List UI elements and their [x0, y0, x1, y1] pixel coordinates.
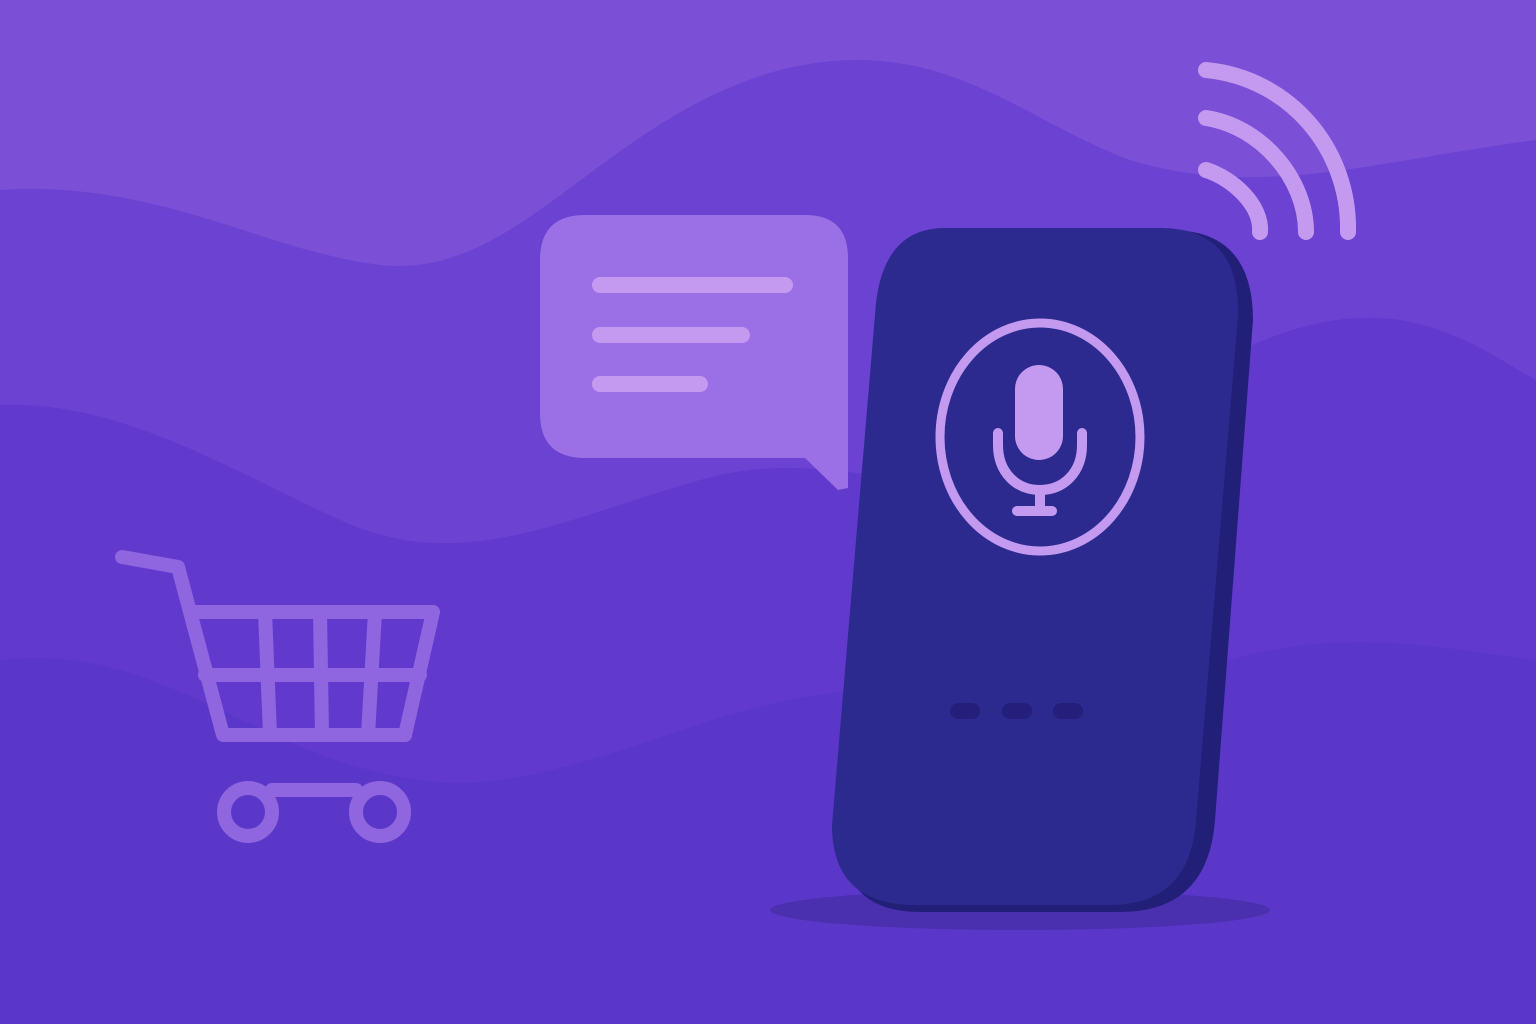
smart-speaker — [832, 228, 1253, 912]
indicator-dot — [950, 703, 980, 719]
indicator-dot — [1053, 703, 1083, 719]
speaker-indicator-dots — [950, 703, 1083, 719]
speaker-body — [832, 228, 1239, 905]
chat-bubble-icon — [540, 215, 848, 490]
indicator-dot — [1002, 703, 1032, 719]
voice-assistant-illustration — [0, 0, 1536, 1024]
illustration-canvas — [0, 0, 1536, 1024]
